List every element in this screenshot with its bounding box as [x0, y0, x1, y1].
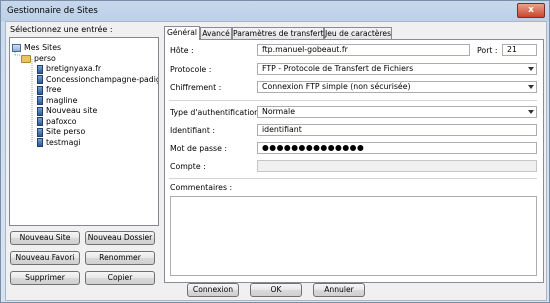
general-panel: Hôte : ftp.manuel-gobeaut.fr Port : 21 P…: [164, 39, 544, 283]
encryption-select[interactable]: Connexion FTP simple (non sécurisée): [257, 81, 537, 93]
rename-button[interactable]: Renommer: [85, 251, 155, 265]
delete-button[interactable]: Supprimer: [10, 271, 80, 285]
auth-type-value: Normale: [262, 107, 296, 116]
tree-item-label: magline: [46, 95, 78, 105]
tree-item-label: Site perso: [46, 127, 86, 136]
tree-item-label: Concessionchampagne-padig: [46, 74, 159, 84]
tree-item-label: perso: [34, 53, 56, 63]
title-bar: Gestionnaire de Sites x: [1, 1, 549, 21]
server-icon: [37, 75, 43, 84]
protocol-select[interactable]: FTP - Protocole de Transfert de Fichiers: [257, 63, 537, 75]
protocol-value: FTP - Protocole de Transfert de Fichiers: [262, 64, 414, 73]
tree-item[interactable]: Nouveau site: [37, 105, 97, 116]
tree-item[interactable]: Mes Sites: [12, 42, 61, 53]
tree-item-label: free: [46, 85, 62, 94]
host-field[interactable]: ftp.manuel-gobeaut.fr: [257, 44, 470, 56]
separator: [169, 178, 537, 179]
ok-button[interactable]: OK: [250, 283, 302, 297]
server-icon: [37, 138, 43, 147]
tree-item[interactable]: Site perso: [37, 126, 85, 137]
close-button[interactable]: x: [517, 3, 545, 18]
port-label: Port :: [477, 46, 498, 55]
tree-item-label: Nouveau site: [46, 106, 98, 115]
my-sites-icon: [12, 44, 21, 52]
tree-item[interactable]: testmagi: [37, 137, 80, 148]
chevron-down-icon: [528, 85, 534, 89]
server-icon: [37, 64, 43, 74]
server-icon: [37, 127, 43, 137]
host-label: Hôte :: [170, 46, 194, 55]
server-icon: [37, 85, 43, 95]
port-field[interactable]: 21: [502, 44, 537, 56]
site-tree[interactable]: Mes Sites perso bretignyaxa.fr Concessionch…: [9, 37, 159, 226]
protocol-label: Protocole :: [170, 65, 212, 74]
new-folder-button[interactable]: Nouveau Dossier: [85, 231, 155, 245]
encryption-value: Connexion FTP simple (non sécurisée): [262, 82, 411, 91]
server-icon: [37, 117, 43, 126]
user-label: Identifiant :: [170, 126, 216, 135]
new-favorite-button[interactable]: Nouveau Favori: [10, 251, 80, 265]
server-icon: [37, 96, 43, 105]
tree-item-label: bretignyaxa.fr: [46, 64, 102, 73]
comments-label: Commentaires :: [170, 183, 233, 192]
new-site-button[interactable]: Nouveau Site: [10, 231, 80, 245]
chevron-down-icon: [528, 67, 534, 71]
tree-item-label: Mes Sites: [24, 43, 62, 52]
folder-icon: [21, 54, 31, 63]
separator: [169, 100, 537, 101]
account-field: [257, 160, 537, 172]
comments-textarea[interactable]: [170, 196, 537, 276]
server-icon: [37, 106, 43, 116]
password-field[interactable]: ●●●●●●●●●●●●●●: [257, 142, 537, 154]
settings-tabs: Général Avancé Paramètres de transfert J…: [164, 26, 544, 283]
user-field[interactable]: identifiant: [257, 124, 537, 136]
tree-item[interactable]: perso: [21, 53, 56, 64]
cancel-button[interactable]: Annuler: [313, 283, 365, 297]
auth-type-label: Type d'authentification :: [170, 108, 265, 117]
auth-type-select[interactable]: Normale: [257, 106, 537, 118]
tree-item[interactable]: free: [37, 84, 61, 95]
connect-button[interactable]: Connexion: [187, 283, 239, 297]
tree-item-label: pafoxco: [46, 116, 77, 126]
window-title: Gestionnaire de Sites: [7, 6, 98, 16]
chevron-down-icon: [528, 110, 534, 114]
tree-item[interactable]: bretignyaxa.fr: [37, 63, 101, 74]
select-entry-label: Sélectionnez une entrée :: [10, 25, 113, 34]
password-label: Mot de passe :: [170, 144, 228, 153]
tree-item[interactable]: Concessionchampagne-padig: [37, 74, 159, 85]
site-manager-window: Gestionnaire de Sites x Sélectionnez une…: [0, 0, 550, 303]
tab-general[interactable]: Général: [164, 26, 200, 40]
tree-item[interactable]: pafoxco: [37, 116, 77, 127]
encryption-label: Chiffrement :: [170, 83, 222, 92]
account-label: Compte :: [170, 162, 206, 171]
tree-item-label: testmagi: [46, 137, 81, 147]
dialog-client: Sélectionnez une entrée : Mes Sites perso…: [5, 21, 547, 301]
tree-item[interactable]: magline: [37, 95, 77, 106]
copy-button[interactable]: Copier: [85, 271, 155, 285]
